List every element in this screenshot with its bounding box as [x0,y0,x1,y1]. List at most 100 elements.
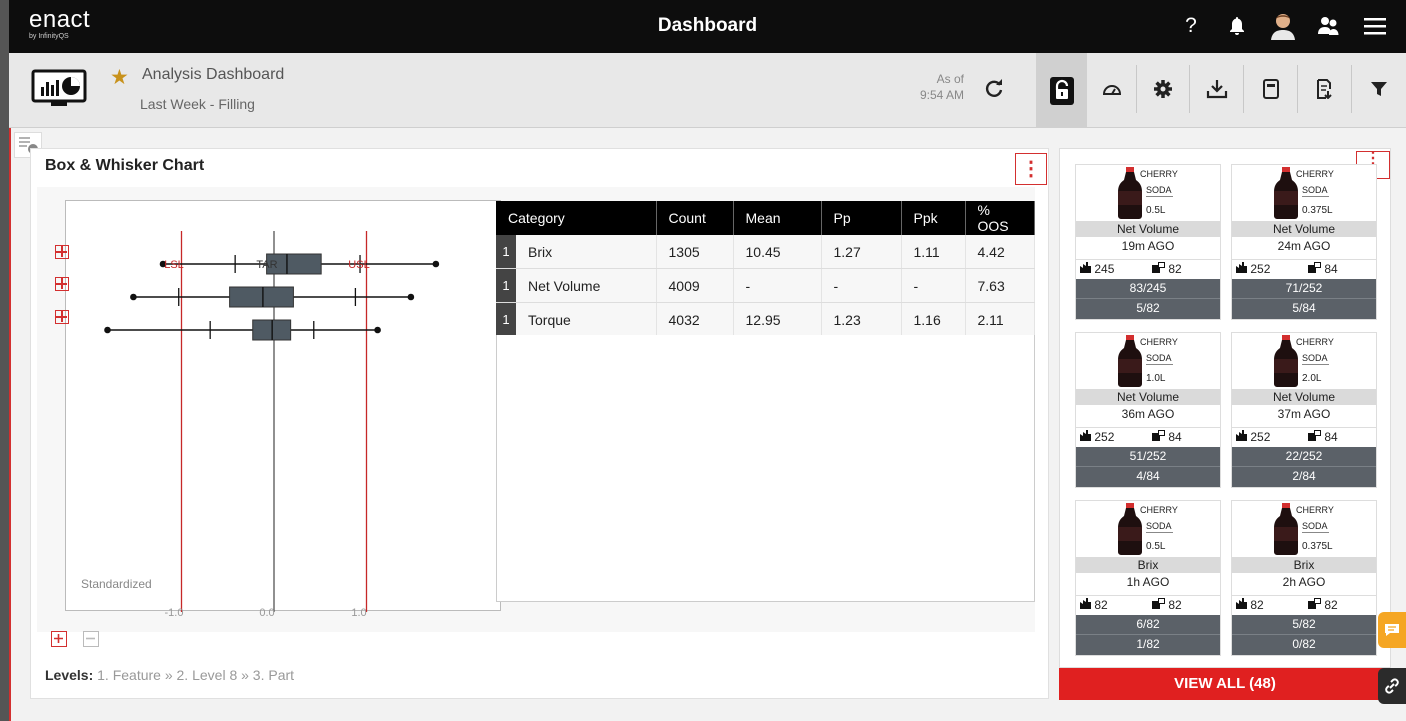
oos-cell: 4.42 [965,235,1035,269]
lock-button[interactable] [1036,53,1087,128]
product-size: 0.375L [1302,205,1333,216]
pp-cell: - [821,268,902,303]
levels-path[interactable]: 1. Feature » 2. Level 8 » 3. Part [97,667,294,683]
panel-title: Box & Whisker Chart [45,157,205,174]
factory-icon [1236,430,1247,441]
selection-indicator-line [9,128,11,721]
table-row[interactable]: 1 Net Volume 4009 - - - 7.63 [496,268,1035,303]
factory-icon [1080,598,1091,609]
card-counts: 245 82 [1076,259,1220,277]
box-net-volume [229,286,294,308]
card-metric: Net Volume [1232,389,1376,405]
card-time-ago: 36m AGO [1121,407,1175,421]
expand-row-torque-icon[interactable] [55,310,69,324]
hamburger-menu-icon[interactable] [1362,12,1388,40]
settings-icon[interactable] [1137,65,1190,113]
col-header-category[interactable]: Category [496,201,657,235]
card-stat-alarms: 5/82 [1136,301,1160,315]
subgroup-count-value: 82 [1168,598,1182,612]
subgroup-count-value: 82 [1324,598,1338,612]
card-time-ago: 19m AGO [1121,239,1175,253]
card-time-ago: 24m AGO [1277,239,1331,253]
subgroup-count-value: 84 [1324,430,1338,444]
product-card[interactable]: CHERRY SODA 0.375L Brix 2h AGO 82 82 5/8… [1231,500,1377,656]
table-row[interactable]: 1 Brix 1305 10.45 1.27 1.11 4.42 [496,235,1035,269]
download-icon[interactable] [1190,65,1244,113]
favorite-star-icon[interactable]: ★ [110,65,129,90]
card-counts: 252 84 [1232,427,1376,445]
product-size: 0.5L [1146,541,1166,552]
table-header-row: Category Count Mean Pp Ppk % OOS [496,201,1035,235]
sample-count-value: 252 [1250,262,1271,276]
product-type: SODA [1302,353,1329,365]
panel-kebab-menu-icon[interactable]: ⋮ [1015,153,1047,185]
col-header-count[interactable]: Count [656,201,734,235]
as-of-label: As of [936,72,964,86]
card-time-ago: 2h AGO [1282,575,1326,589]
sample-count-value: 245 [1094,262,1115,276]
col-header-ppk[interactable]: Ppk [901,201,966,235]
sample-count-value: 82 [1250,598,1264,612]
count-cell: 1305 [656,235,734,269]
subgroup-icon [1152,430,1165,441]
pp-cell: 1.27 [821,235,902,269]
col-header-pp[interactable]: Pp [821,201,902,235]
export-icon[interactable] [1298,65,1352,113]
card-stats: 22/252 2/84 [1232,447,1376,487]
product-card[interactable]: CHERRY SODA 0.5L Brix 1h AGO 82 82 6/82 … [1075,500,1221,656]
expand-row-brix-icon[interactable] [55,245,69,259]
product-brand: CHERRY [1296,337,1334,347]
card-stat-violations: 6/82 [1076,615,1220,635]
factory-icon [1080,430,1091,441]
sample-count-value: 252 [1094,430,1115,444]
card-stat-violations: 71/252 [1232,279,1376,299]
gauge-icon[interactable] [1087,65,1137,113]
tar-label: TAR [256,259,278,271]
subgroup-count-value: 84 [1168,430,1182,444]
x-tick-label: -1.0 [164,607,184,619]
max-point-net-volume [407,293,415,301]
save-icon[interactable] [1244,65,1298,113]
help-icon[interactable]: ? [1178,12,1204,40]
product-card[interactable]: CHERRY SODA 1.0L Net Volume 36m AGO 252 … [1075,332,1221,488]
chat-icon[interactable] [1378,612,1406,648]
product-size: 0.375L [1302,541,1333,552]
card-counts: 252 84 [1232,259,1376,277]
min-point-torque [104,326,111,334]
chart-container: LSL TAR USL Standardized -1.0 0.0 1.0 Ca… [37,187,1035,632]
card-time-ago: 37m AGO [1277,407,1331,421]
product-card[interactable]: CHERRY SODA 2.0L Net Volume 37m AGO 252 … [1231,332,1377,488]
table-row[interactable]: 1 Torque 4032 12.95 1.23 1.16 2.11 [496,302,1035,337]
subgroup-count: 82 [1152,598,1182,612]
user-avatar[interactable] [1270,12,1296,40]
product-card[interactable]: CHERRY SODA 0.5L Net Volume 19m AGO 245 … [1075,164,1221,320]
as-of-timestamp: As of 9:54 AM [902,71,964,103]
card-stat-violations: 83/245 [1076,279,1220,299]
view-all-button[interactable]: VIEW ALL (48) [1059,668,1391,700]
category-name: Torque [528,311,571,328]
box-whisker-panel: Box & Whisker Chart ⋮ LSL TAR USL Standa… [30,148,1049,699]
card-counts: 82 82 [1232,595,1376,613]
product-size: 0.5L [1146,205,1166,216]
expand-all-icon[interactable] [51,631,67,647]
col-header-oos[interactable]: % OOS [965,201,1035,235]
card-stat-alarms: 4/84 [1136,469,1160,483]
people-icon[interactable] [1316,12,1342,40]
row-number: 1 [496,269,516,302]
product-brand: CHERRY [1140,337,1178,347]
product-card[interactable]: CHERRY SODA 0.375L Net Volume 24m AGO 25… [1231,164,1377,320]
refresh-icon[interactable] [974,65,1014,113]
subgroup-count-value: 82 [1168,262,1182,276]
link-icon[interactable] [1378,668,1406,704]
filter-icon[interactable] [1352,65,1406,113]
expand-row-net-volume-icon[interactable] [55,277,69,291]
card-stats: 6/82 1/82 [1076,615,1220,655]
bell-icon[interactable] [1224,12,1250,40]
collapse-all-icon[interactable] [83,631,99,647]
bottom-toolbar [51,631,99,647]
statistics-table: Category Count Mean Pp Ppk % OOS 1 Brix 1… [496,201,1035,337]
card-stats: 5/82 0/82 [1232,615,1376,655]
col-header-mean[interactable]: Mean [733,201,822,235]
pp-cell: 1.23 [821,302,902,337]
card-counts: 82 82 [1076,595,1220,613]
